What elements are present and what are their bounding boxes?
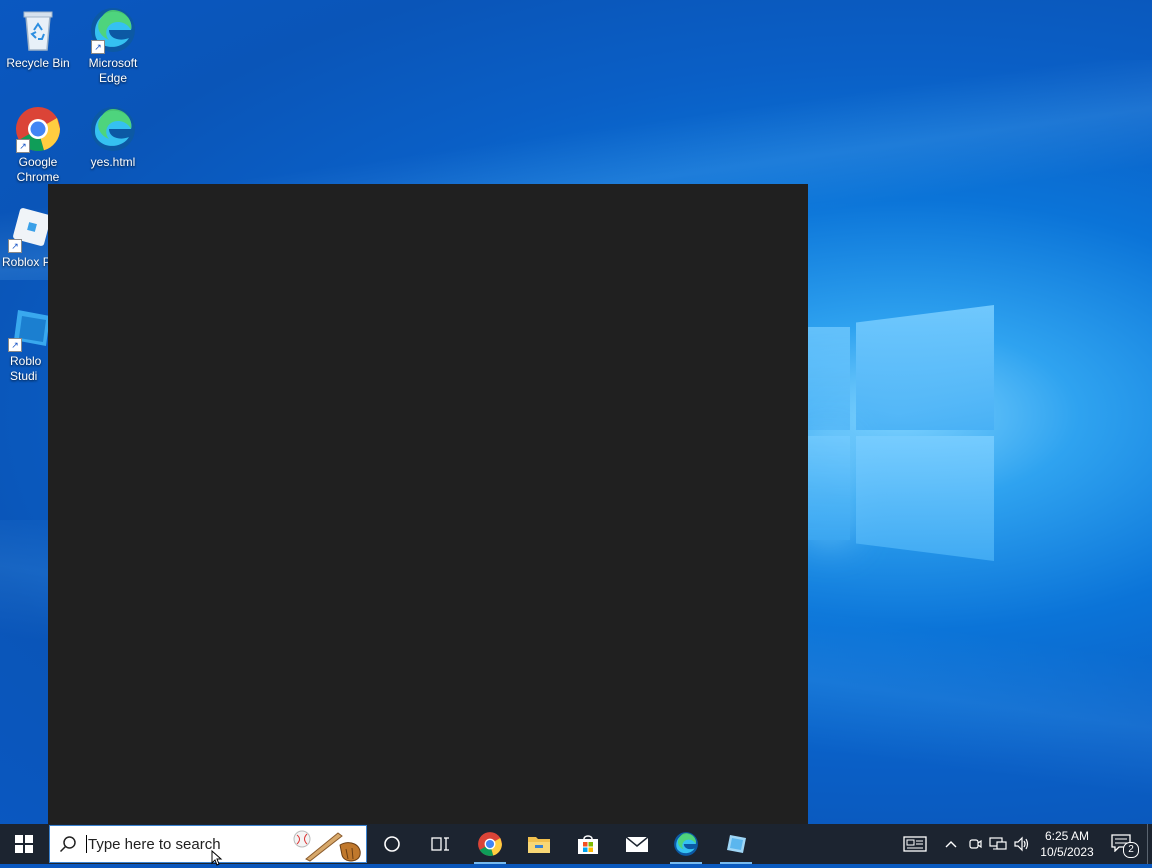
shortcut-arrow-icon: ↗: [8, 239, 22, 253]
show-desktop-button[interactable]: [1147, 824, 1152, 864]
shortcut-arrow-icon: ↗: [91, 40, 105, 54]
recycle-bin-icon: [14, 6, 62, 54]
store-bag-icon: [578, 835, 598, 854]
desktop-icon-google-chrome[interactable]: ↗ Google Chrome: [1, 105, 75, 185]
clock[interactable]: 6:25 AM 10/5/2023: [1036, 824, 1098, 864]
cortana-circle-icon: [384, 836, 400, 852]
task-view-button[interactable]: [416, 824, 464, 864]
desktop-icon-yes-html[interactable]: yes.html: [76, 105, 150, 170]
shortcut-arrow-icon: ↗: [16, 139, 30, 153]
notification-count-badge: 2: [1123, 842, 1139, 858]
desktop-icon-label: yes.html: [90, 155, 136, 169]
volume-button[interactable]: [1010, 824, 1034, 864]
chrome-icon: ↗: [14, 105, 62, 153]
taskbar-search-box[interactable]: Type here to search: [49, 825, 367, 863]
shortcut-arrow-icon: ↗: [8, 338, 22, 352]
windows-start-icon: [15, 835, 33, 853]
search-highlight-baseball-icon: [292, 827, 364, 863]
roblox-player-icon: ↗: [6, 205, 54, 253]
desktop-icon-label: Microsoft Edge: [88, 56, 138, 85]
news-icon: [903, 836, 927, 852]
desktop-icon-label: Roblo Studi: [10, 354, 42, 383]
windows-logo-wallpaper: [808, 305, 998, 563]
desktop-icon-label: Google Chrome: [16, 155, 60, 184]
desktop-icon-recycle-bin[interactable]: Recycle Bin: [1, 6, 75, 71]
roblox-studio-icon: [727, 835, 746, 853]
cortana-button[interactable]: [368, 824, 416, 864]
mail-icon: [625, 836, 649, 852]
chevron-up-icon: [945, 841, 957, 848]
taskbar-app-edge[interactable]: [662, 824, 710, 864]
clock-date: 10/5/2023: [1040, 845, 1094, 859]
news-widget-button[interactable]: [896, 824, 934, 864]
taskbar: Type here to search 6:25 AM 10/5/2023 2: [0, 824, 1152, 866]
action-center-button[interactable]: 2: [1104, 824, 1140, 864]
blank-dark-window[interactable]: [48, 184, 808, 824]
network-icon: [989, 837, 1007, 850]
search-placeholder: Type here to search: [88, 835, 221, 853]
desktop-icon-microsoft-edge[interactable]: ↗ Microsoft Edge: [76, 6, 150, 86]
desktop-icon-label: Recycle Bin: [6, 56, 70, 70]
taskbar-app-mail[interactable]: [613, 824, 661, 864]
taskbar-app-file-explorer[interactable]: [515, 824, 563, 864]
meet-now-button[interactable]: [964, 824, 986, 864]
start-button[interactable]: [0, 824, 48, 864]
chrome-icon: [478, 832, 502, 856]
taskbar-app-roblox-studio[interactable]: [712, 824, 760, 864]
taskbar-app-store[interactable]: [564, 824, 612, 864]
search-icon: [50, 835, 86, 853]
clock-time: 6:25 AM: [1044, 829, 1090, 843]
show-hidden-icons-button[interactable]: [940, 824, 962, 864]
network-button[interactable]: [986, 824, 1010, 864]
speaker-icon: [1014, 836, 1029, 852]
roblox-studio-icon: ↗: [6, 304, 54, 352]
folder-icon: [528, 837, 550, 853]
edge-html-file-icon: [89, 105, 137, 153]
edge-icon: [674, 832, 698, 856]
edge-icon: ↗: [89, 6, 137, 54]
camera-icon: [969, 839, 982, 849]
taskbar-app-chrome[interactable]: [466, 824, 514, 864]
task-view-icon: [431, 837, 449, 851]
